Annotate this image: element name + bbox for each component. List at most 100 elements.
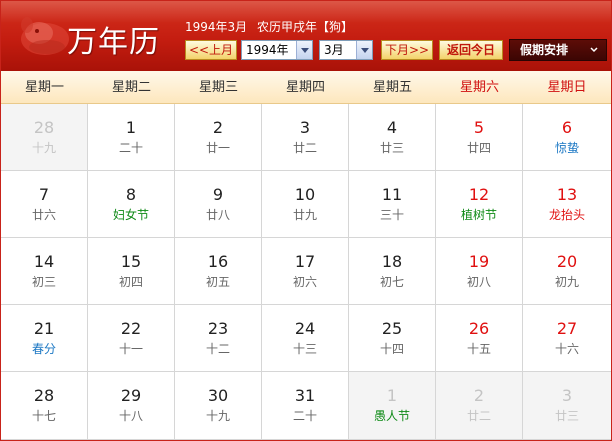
day-cell[interactable]: 2 廿一	[175, 104, 262, 171]
day-number: 28	[33, 386, 55, 405]
day-number: 8	[125, 185, 137, 204]
day-cell[interactable]: 1 二十	[88, 104, 175, 171]
day-number: 3	[561, 386, 573, 405]
day-cell[interactable]: 5 廿四	[436, 104, 523, 171]
day-number: 14	[33, 252, 55, 271]
lunar-date-label: 廿三	[379, 141, 404, 155]
solar-term-label: 春分	[31, 342, 56, 356]
day-cell[interactable]: 20 初九	[523, 238, 611, 305]
festival-label: 植树节	[460, 208, 497, 222]
day-number: 29	[120, 386, 142, 405]
day-number: 6	[561, 118, 573, 137]
lunar-date-label: 十六	[554, 342, 579, 356]
day-cell[interactable]: 19 初八	[436, 238, 523, 305]
day-number: 25	[381, 319, 403, 338]
day-cell[interactable]: 1 愚人节	[349, 372, 436, 440]
day-cell[interactable]: 10 廿九	[262, 171, 349, 238]
day-cell[interactable]: 6 惊蛰	[523, 104, 611, 171]
day-cell[interactable]: 12 植树节	[436, 171, 523, 238]
calendar-header: 万年历 1994年3月 农历甲戌年【狗】 <<上月 1994年 3月 下月>> …	[1, 1, 611, 71]
festival-label: 龙抬头	[548, 208, 585, 222]
lunar-date-label: 廿六	[31, 208, 56, 222]
day-number: 13	[556, 185, 578, 204]
day-number: 2	[212, 118, 224, 137]
festival-label: 妇女节	[112, 208, 149, 222]
app-title: 万年历	[67, 25, 160, 60]
lunar-date-label: 二十	[292, 409, 317, 423]
day-cell[interactable]: 25 十四	[349, 305, 436, 372]
day-number: 21	[33, 319, 55, 338]
day-number: 30	[207, 386, 229, 405]
day-number: 22	[120, 319, 142, 338]
day-cell[interactable]: 9 廿八	[175, 171, 262, 238]
day-cell[interactable]: 26 十五	[436, 305, 523, 372]
day-cell[interactable]: 7 廿六	[1, 171, 88, 238]
lunar-date-label: 初九	[554, 275, 579, 289]
day-number: 11	[381, 185, 403, 204]
month-select[interactable]: 3月	[319, 40, 373, 60]
holiday-schedule-dropdown[interactable]: 假期安排	[509, 39, 607, 61]
day-cell[interactable]: 28 十七	[1, 372, 88, 440]
day-cell[interactable]: 18 初七	[349, 238, 436, 305]
day-cell[interactable]: 13 龙抬头	[523, 171, 611, 238]
year-dropdown-arrow-icon[interactable]	[296, 41, 312, 59]
weekday-label: 星期五	[372, 80, 412, 95]
day-cell[interactable]: 30 十九	[175, 372, 262, 440]
day-cell[interactable]: 3 廿二	[262, 104, 349, 171]
day-number: 3	[299, 118, 311, 137]
day-cell[interactable]: 2 廿二	[436, 372, 523, 440]
day-number: 20	[556, 252, 578, 271]
day-cell[interactable]: 8 妇女节	[88, 171, 175, 238]
next-month-button[interactable]: 下月>>	[381, 40, 433, 60]
day-cell[interactable]: 31 二十	[262, 372, 349, 440]
day-cell[interactable]: 11 三十	[349, 171, 436, 238]
year-select[interactable]: 1994年	[241, 40, 313, 60]
day-cell[interactable]: 17 初六	[262, 238, 349, 305]
lunar-date-label: 二十	[118, 141, 143, 155]
month-select-value: 3月	[324, 43, 344, 57]
lunar-date-label: 十四	[379, 342, 404, 356]
day-cell[interactable]: 3 廿三	[523, 372, 611, 440]
day-number: 18	[381, 252, 403, 271]
dog-mascot-icon	[21, 17, 69, 55]
prev-month-button[interactable]: <<上月	[185, 40, 237, 60]
lunar-date-label: 廿四	[466, 141, 491, 155]
weekday-label: 星期六	[459, 80, 499, 95]
weekday-label: 星期二	[111, 80, 151, 95]
lunar-date-label: 十八	[118, 409, 143, 423]
lunar-date-label: 廿二	[466, 409, 491, 423]
day-cell[interactable]: 22 十一	[88, 305, 175, 372]
day-number: 15	[120, 252, 142, 271]
day-cell[interactable]: 16 初五	[175, 238, 262, 305]
lunar-date-label: 廿三	[554, 409, 579, 423]
day-cell[interactable]: 24 十三	[262, 305, 349, 372]
lunar-date-label: 十二	[205, 342, 230, 356]
lunar-date-label: 十九	[31, 141, 56, 155]
day-number: 9	[212, 185, 224, 204]
day-cell[interactable]: 29 十八	[88, 372, 175, 440]
lunar-date-label: 初八	[466, 275, 491, 289]
current-date-info: 1994年3月 农历甲戌年【狗】	[185, 18, 359, 35]
calendar-day-grid: 28 十九 1 二十 2 廿一 3 廿二 4 廿三 5 廿四 6 惊蛰 7 廿六 8 妇女节 9 廿八 10 廿九 11 三十…	[1, 104, 611, 440]
day-cell[interactable]: 4 廿三	[349, 104, 436, 171]
back-to-today-button[interactable]: 返回今日	[439, 40, 503, 60]
weekday-header-row: 星期一 星期二 星期三 星期四 星期五 星期六 星期日	[1, 71, 611, 104]
day-number: 28	[33, 118, 55, 137]
lunar-date-label: 十一	[118, 342, 143, 356]
day-cell[interactable]: 21 春分	[1, 305, 88, 372]
day-cell[interactable]: 23 十二	[175, 305, 262, 372]
day-cell[interactable]: 15 初四	[88, 238, 175, 305]
day-number: 12	[468, 185, 490, 204]
day-number: 31	[294, 386, 316, 405]
weekday-label: 星期四	[285, 80, 325, 95]
month-dropdown-arrow-icon[interactable]	[356, 41, 372, 59]
day-number: 26	[468, 319, 490, 338]
lunar-date-label: 三十	[379, 208, 404, 222]
day-cell[interactable]: 14 初三	[1, 238, 88, 305]
weekday-label: 星期日	[547, 80, 587, 95]
day-cell[interactable]: 28 十九	[1, 104, 88, 171]
day-number: 2	[473, 386, 485, 405]
day-number: 4	[386, 118, 398, 137]
day-cell[interactable]: 27 十六	[523, 305, 611, 372]
solar-term-label: 惊蛰	[554, 141, 579, 155]
